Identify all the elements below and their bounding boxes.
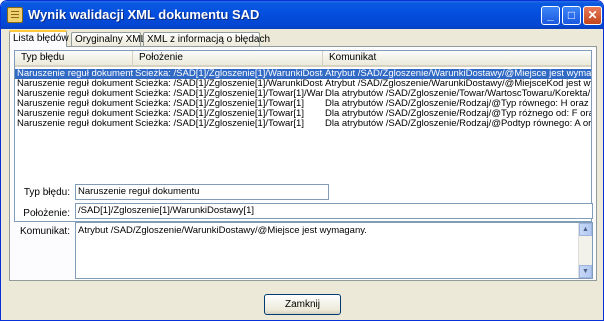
column-header-location[interactable]: Położenie bbox=[133, 51, 323, 65]
cell-location: Ścieżka: /SAD[1]/Zgloszenie[1]/Towar[1] bbox=[135, 119, 304, 129]
cell-type: Naruszenie reguł dokumentu bbox=[17, 89, 133, 99]
message-textarea[interactable]: Atrybut /SAD/Zgloszenie/WarunkiDostawy/@… bbox=[75, 222, 593, 279]
window-title: Wynik walidacji XML dokumentu SAD bbox=[28, 7, 260, 22]
maximize-button[interactable]: □ bbox=[562, 6, 581, 25]
cell-location: Ścieżka: /SAD[1]/Zgloszenie[1]/WarunkiDo… bbox=[135, 69, 323, 79]
tab-original-xml[interactable]: Oryginalny XML bbox=[71, 32, 146, 46]
cell-location: Ścieżka: /SAD[1]/Zgloszenie[1]/WarunkiDo… bbox=[135, 79, 323, 89]
location-field[interactable]: /SAD[1]/Zgloszenie[1]/WarunkiDostawy[1] bbox=[75, 203, 593, 219]
cell-message: Dla atrybutów /SAD/Zgloszenie/Rodzaj/@Ty… bbox=[325, 109, 591, 119]
scroll-up-icon[interactable]: ▲ bbox=[579, 223, 592, 236]
cell-message: Dla atrybutów /SAD/Zgloszenie/Rodzaj/@Po… bbox=[325, 119, 591, 129]
column-header-type[interactable]: Typ błędu bbox=[15, 51, 133, 65]
cell-location: Ścieżka: /SAD[1]/Zgloszenie[1]/Towar[1]/… bbox=[135, 89, 323, 99]
table-row[interactable]: Naruszenie reguł dokumentu Ścieżka: /SAD… bbox=[15, 89, 591, 99]
message-text: Atrybut /SAD/Zgloszenie/WarunkiDostawy/@… bbox=[78, 225, 367, 236]
cell-location: Ścieżka: /SAD[1]/Zgloszenie[1]/Towar[1] bbox=[135, 109, 304, 119]
tab-xml-with-errors[interactable]: XML z informacją o błędach bbox=[143, 32, 270, 46]
column-header-message[interactable]: Komunikat bbox=[323, 51, 591, 65]
close-button[interactable]: Zamknij bbox=[264, 294, 341, 315]
cell-message: Atrybut /SAD/Zgloszenie/WarunkiDostawy/@… bbox=[325, 69, 591, 79]
tab-panel: Typ błędu Położenie Komunikat Naruszenie… bbox=[9, 46, 597, 281]
cell-message: Atrybut /SAD/Zgloszenie/WarunkiDostawy/@… bbox=[325, 79, 591, 89]
scroll-down-icon[interactable]: ▼ bbox=[579, 265, 592, 278]
cell-location: Ścieżka: /SAD[1]/Zgloszenie[1]/Towar[1] bbox=[135, 99, 304, 109]
table-row[interactable]: Naruszenie reguł dokumentu Ścieżka: /SAD… bbox=[15, 79, 591, 89]
cell-type: Naruszenie reguł dokumentu bbox=[17, 109, 133, 119]
list-header: Typ błędu Położenie Komunikat bbox=[15, 51, 591, 67]
location-label: Położenie: bbox=[23, 208, 70, 219]
table-row[interactable]: Naruszenie reguł dokumentu Ścieżka: /SAD… bbox=[15, 69, 591, 79]
cell-message: Dla atrybutów /SAD/Zgloszenie/Towar/Wart… bbox=[325, 89, 591, 99]
minimize-button[interactable]: _ bbox=[541, 6, 560, 25]
validation-result-window: Wynik walidacji XML dokumentu SAD _ □ ✕ … bbox=[0, 0, 604, 321]
table-row[interactable]: Naruszenie reguł dokumentu Ścieżka: /SAD… bbox=[15, 99, 591, 109]
table-row[interactable]: Naruszenie reguł dokumentu Ścieżka: /SAD… bbox=[15, 119, 591, 129]
tab-error-list[interactable]: Lista błędów bbox=[9, 30, 69, 47]
cell-type: Naruszenie reguł dokumentu bbox=[17, 119, 133, 129]
cell-type: Naruszenie reguł dokumentu bbox=[17, 69, 133, 79]
table-row[interactable]: Naruszenie reguł dokumentu Ścieżka: /SAD… bbox=[15, 109, 591, 119]
cell-type: Naruszenie reguł dokumentu bbox=[17, 79, 133, 89]
cell-type: Naruszenie reguł dokumentu bbox=[17, 99, 133, 109]
cell-message: Dla atrybutów /SAD/Zgloszenie/Rodzaj/@Ty… bbox=[325, 99, 591, 109]
document-icon bbox=[7, 7, 23, 23]
error-type-field[interactable]: Naruszenie reguł dokumentu bbox=[75, 184, 329, 200]
message-scrollbar[interactable]: ▲ ▼ bbox=[578, 223, 592, 278]
message-label: Komunikat: bbox=[19, 226, 70, 237]
close-window-button[interactable]: ✕ bbox=[583, 6, 602, 25]
error-type-label: Typ błędu: bbox=[23, 187, 70, 198]
title-bar[interactable]: Wynik walidacji XML dokumentu SAD _ □ ✕ bbox=[1, 1, 603, 29]
